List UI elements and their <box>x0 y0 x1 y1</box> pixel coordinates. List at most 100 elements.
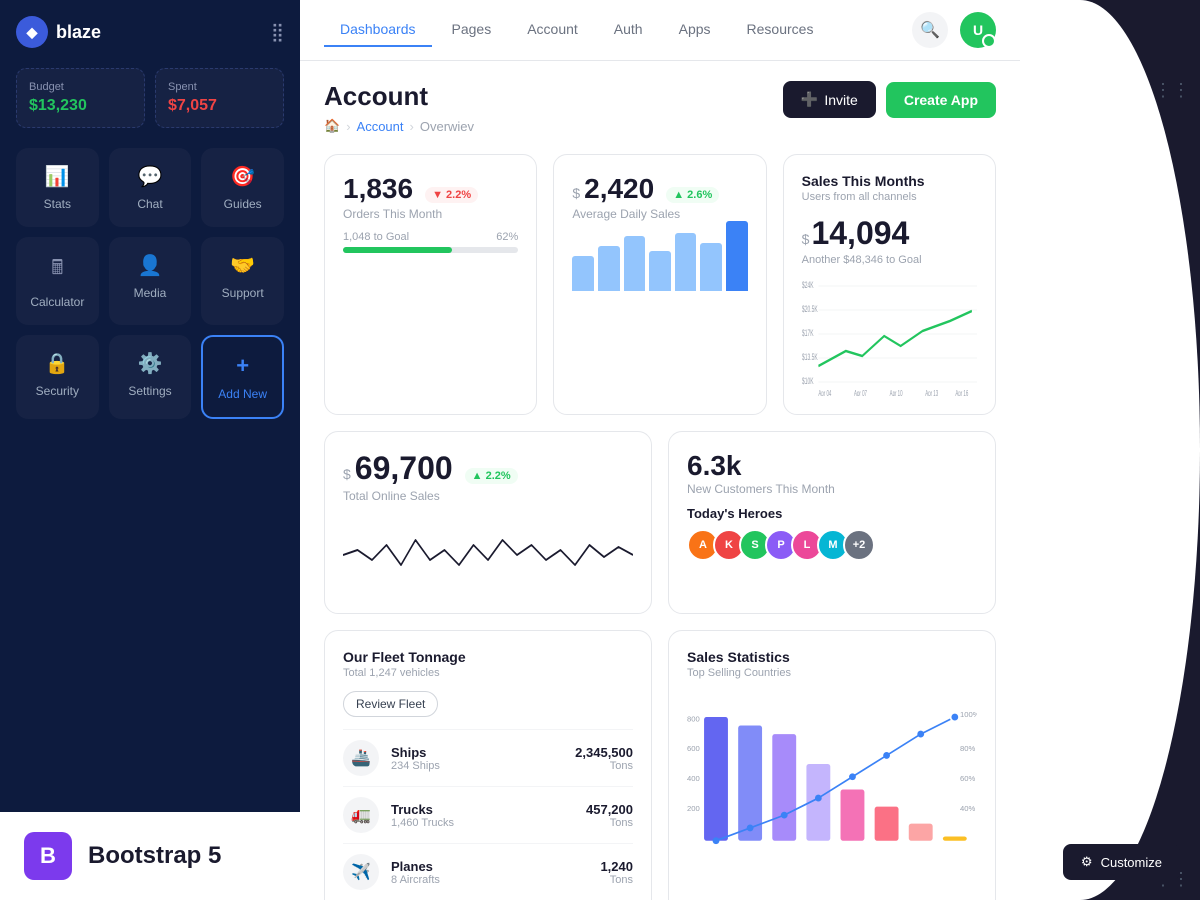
sidebar-item-guides[interactable]: 🎯 Guides <box>201 148 284 227</box>
nav-dashboards[interactable]: Dashboards <box>324 13 432 47</box>
sidebar-item-security[interactable]: 🔒 Security <box>16 335 99 419</box>
svg-text:$24K: $24K <box>802 279 814 290</box>
sales-big-value: 14,094 <box>811 215 909 252</box>
spent-label: Spent <box>168 81 271 93</box>
daily-sales-card: $ 2,420 ▲ 2.6% Average Daily Sales <box>553 154 766 415</box>
trucks-value: 457,200 Tons <box>586 802 633 829</box>
nav-pages[interactable]: Pages <box>436 13 508 47</box>
online-sales-badge: ▲ 2.2% <box>465 468 518 484</box>
chat-label: Chat <box>137 197 162 211</box>
sales-line-chart: $24K $20.5K $17K $13.5K $10K <box>802 276 977 396</box>
breadcrumb-home[interactable]: 🏠 <box>324 118 340 134</box>
budget-label: Budget <box>29 81 132 93</box>
security-icon: 🔒 <box>45 351 70 376</box>
metrics-row-2: $ 69,700 ▲ 2.2% Total Online Sales 6.3k … <box>324 431 996 614</box>
sidebar-item-support[interactable]: 🤝 Support <box>201 237 284 325</box>
online-sales-prefix: $ <box>343 466 351 482</box>
planes-value: 1,240 Tons <box>600 859 633 886</box>
customize-button[interactable]: ⚙ Customize <box>1063 844 1180 880</box>
trucks-info: Trucks 1,460 Trucks <box>391 802 586 829</box>
guides-label: Guides <box>224 197 262 211</box>
dark-right-panel: ⋮⋮ ⋮⋮ <box>1020 0 1200 900</box>
search-button[interactable]: 🔍 <box>912 12 948 48</box>
orders-badge: ▼ 2.2% <box>425 187 478 203</box>
svg-text:$13.5K: $13.5K <box>802 351 818 362</box>
online-sales-card: $ 69,700 ▲ 2.2% Total Online Sales <box>324 431 652 614</box>
new-customers-card: 6.3k New Customers This Month Today's He… <box>668 431 996 614</box>
nav-account[interactable]: Account <box>511 13 594 47</box>
trucks-count: 1,460 Trucks <box>391 817 586 829</box>
sidebar-item-add-new[interactable]: + Add New <box>201 335 284 419</box>
sidebar-item-settings[interactable]: ⚙️ Settings <box>109 335 192 419</box>
daily-sales-value: 2,420 <box>584 173 654 205</box>
svg-text:400: 400 <box>687 774 700 783</box>
breadcrumb-sep1: › <box>346 119 350 134</box>
fleet-item-planes: ✈️ Planes 8 Aircrafts 1,240 Tons <box>343 843 633 900</box>
bar-1 <box>572 256 594 291</box>
nav-apps[interactable]: Apps <box>663 13 727 47</box>
search-icon: 🔍 <box>920 20 940 40</box>
bar-3 <box>624 236 646 291</box>
planes-count: 8 Aircrafts <box>391 874 600 886</box>
top-nav-links: Dashboards Pages Account Auth Apps Resou… <box>324 13 912 47</box>
progress-fill <box>343 247 452 253</box>
sales-stats-card: Sales Statistics Top Selling Countries 8… <box>668 630 996 900</box>
svg-text:$17K: $17K <box>802 327 814 338</box>
menu-icon[interactable]: ⣿ <box>271 22 284 43</box>
sidebar-item-media[interactable]: 👤 Media <box>109 237 192 325</box>
sales-value-row: $ 14,094 <box>802 215 977 252</box>
svg-text:100%: 100% <box>960 710 977 719</box>
breadcrumb-account[interactable]: Account <box>357 119 404 134</box>
chat-icon: 💬 <box>138 164 163 189</box>
planes-num: 1,240 <box>600 859 633 874</box>
sidebar: ◆ blaze ⣿ Budget $13,230 Spent $7,057 📊 … <box>0 0 300 900</box>
customize-label: Customize <box>1101 855 1162 870</box>
calculator-label: Calculator <box>30 295 84 309</box>
online-sales-value: 69,700 <box>355 450 453 487</box>
trucks-icon: 🚛 <box>343 797 379 833</box>
sidebar-item-chat[interactable]: 💬 Chat <box>109 148 192 227</box>
svg-text:Apr 16: Apr 16 <box>955 390 968 396</box>
sidebar-item-stats[interactable]: 📊 Stats <box>16 148 99 227</box>
svg-text:200: 200 <box>687 804 700 813</box>
settings-icon: ⚙️ <box>138 351 163 376</box>
fleet-item-trucks: 🚛 Trucks 1,460 Trucks 457,200 Tons <box>343 786 633 843</box>
nav-resources[interactable]: Resources <box>731 13 830 47</box>
fleet-title: Our Fleet Tonnage <box>343 649 633 665</box>
review-fleet-button[interactable]: Review Fleet <box>343 691 438 717</box>
user-avatar[interactable]: U <box>960 12 996 48</box>
invite-button[interactable]: ➕ Invite <box>783 81 876 118</box>
svg-text:Apr 04: Apr 04 <box>818 390 831 396</box>
bar-6 <box>700 243 722 291</box>
bar-2 <box>598 246 620 291</box>
logo-icon: ◆ <box>16 16 48 48</box>
sidebar-item-calculator[interactable]: 🖩 Calculator <box>16 237 99 325</box>
svg-text:Apr 07: Apr 07 <box>854 390 867 396</box>
stats-label: Stats <box>44 197 71 211</box>
goal-text: 1,048 to Goal <box>343 231 409 243</box>
create-label: Create App <box>904 92 978 108</box>
sidebar-header: ◆ blaze ⣿ <box>16 16 284 48</box>
planes-name: Planes <box>391 859 600 874</box>
settings-label: Settings <box>128 384 171 398</box>
svg-text:80%: 80% <box>960 744 976 753</box>
orders-card: 1,836 ▼ 2.2% Orders This Month 1,048 to … <box>324 154 537 415</box>
budget-value: $13,230 <box>29 97 132 115</box>
trucks-name: Trucks <box>391 802 586 817</box>
sales-stats-title: Sales Statistics <box>687 649 977 665</box>
spent-card: Spent $7,057 <box>155 68 284 128</box>
goal-pct: 62% <box>496 231 518 243</box>
nav-auth[interactable]: Auth <box>598 13 659 47</box>
media-label: Media <box>134 286 167 300</box>
sales-month-title: Sales This Months <box>802 173 977 189</box>
ships-num: 2,345,500 <box>575 745 633 760</box>
create-app-button[interactable]: Create App <box>886 82 996 118</box>
sales-month-card: Sales This Months Users from all channel… <box>783 154 996 415</box>
sales-stats-subtitle: Top Selling Countries <box>687 667 977 679</box>
daily-sales-row: $ 2,420 ▲ 2.6% <box>572 173 747 207</box>
sales-month-subtitle: Users from all channels <box>802 191 977 203</box>
ships-info: Ships 234 Ships <box>391 745 575 772</box>
hero-avatar-extra: +2 <box>843 529 875 561</box>
logo-text: blaze <box>56 22 101 43</box>
ships-icon: 🚢 <box>343 740 379 776</box>
